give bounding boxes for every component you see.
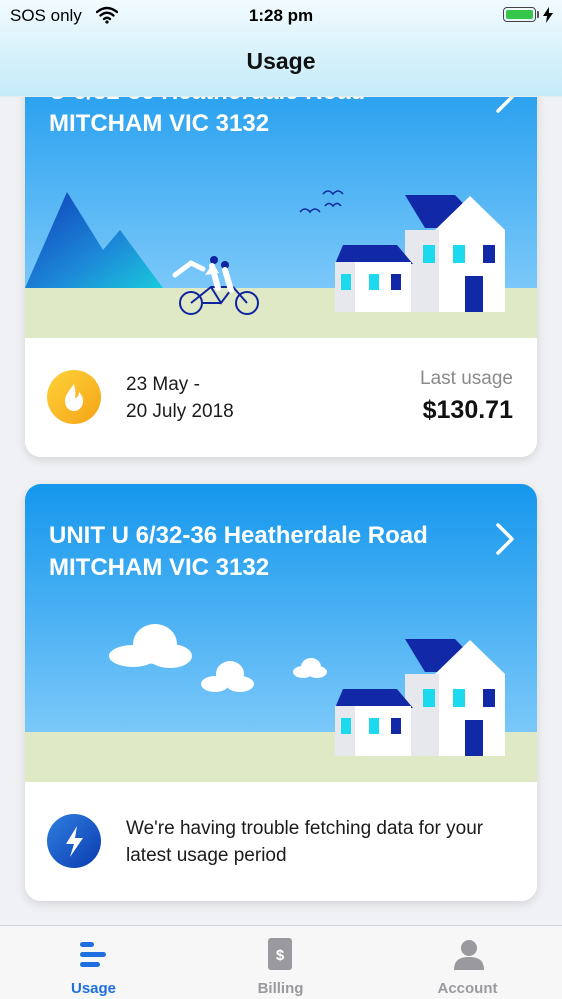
- tab-billing[interactable]: $ Billing: [187, 926, 374, 999]
- svg-text:$: $: [276, 947, 285, 964]
- clock: 1:28 pm: [248, 6, 314, 25]
- property-card-gas[interactable]: U 6/32-36 Heatherdale Road MITCHAM VIC 3…: [25, 40, 537, 457]
- property-card-electricity[interactable]: UNIT U 6/32-36 Heatherdale Road MITCHAM …: [25, 484, 537, 901]
- status-bar: SOS only 1:28 pm: [0, 0, 562, 32]
- address-line2: MITCHAM VIC 3132: [49, 554, 270, 581]
- tab-bar: Usage $ Billing Account: [0, 925, 562, 999]
- account-icon: [454, 940, 484, 970]
- tab-label: Usage: [70, 980, 117, 997]
- page-title: Usage: [246, 48, 316, 74]
- tab-label: Billing: [257, 980, 304, 997]
- period-start: 23 May -: [126, 374, 200, 395]
- tab-label: Account: [437, 980, 498, 997]
- period-end: 20 July 2018: [126, 401, 234, 422]
- battery-icon: [503, 7, 536, 22]
- property-address: UNIT U 6/32-36 Heatherdale Road MITCHAM …: [49, 520, 479, 584]
- tab-usage[interactable]: Usage: [0, 926, 187, 999]
- usage-screen: U 6/32-36 Heatherdale Road MITCHAM VIC 3…: [0, 0, 562, 999]
- charging-icon: [543, 7, 553, 28]
- card-footer: 23 May - 20 July 2018 Last usage $130.71: [25, 338, 537, 457]
- top-bar: SOS only 1:28 pm Usage: [0, 0, 562, 97]
- card-footer: We're having trouble fetching data for y…: [25, 782, 537, 901]
- fetch-error-message: We're having trouble fetching data for y…: [126, 818, 484, 866]
- address-line1: UNIT U 6/32-36 Heatherdale Road: [49, 522, 428, 549]
- last-usage-label: Last usage: [420, 368, 513, 389]
- usage-period: 23 May - 20 July 2018: [126, 371, 234, 425]
- battery-cap: [537, 11, 539, 18]
- usage-icon: [80, 942, 106, 967]
- flame-icon: [47, 370, 101, 424]
- tab-account[interactable]: Account: [374, 926, 561, 999]
- billing-icon: $: [268, 938, 292, 970]
- last-usage-value: $130.71: [422, 396, 513, 424]
- address-line2: MITCHAM VIC 3132: [49, 110, 270, 137]
- lightning-icon: [47, 814, 101, 868]
- chevron-right-icon[interactable]: [495, 522, 515, 561]
